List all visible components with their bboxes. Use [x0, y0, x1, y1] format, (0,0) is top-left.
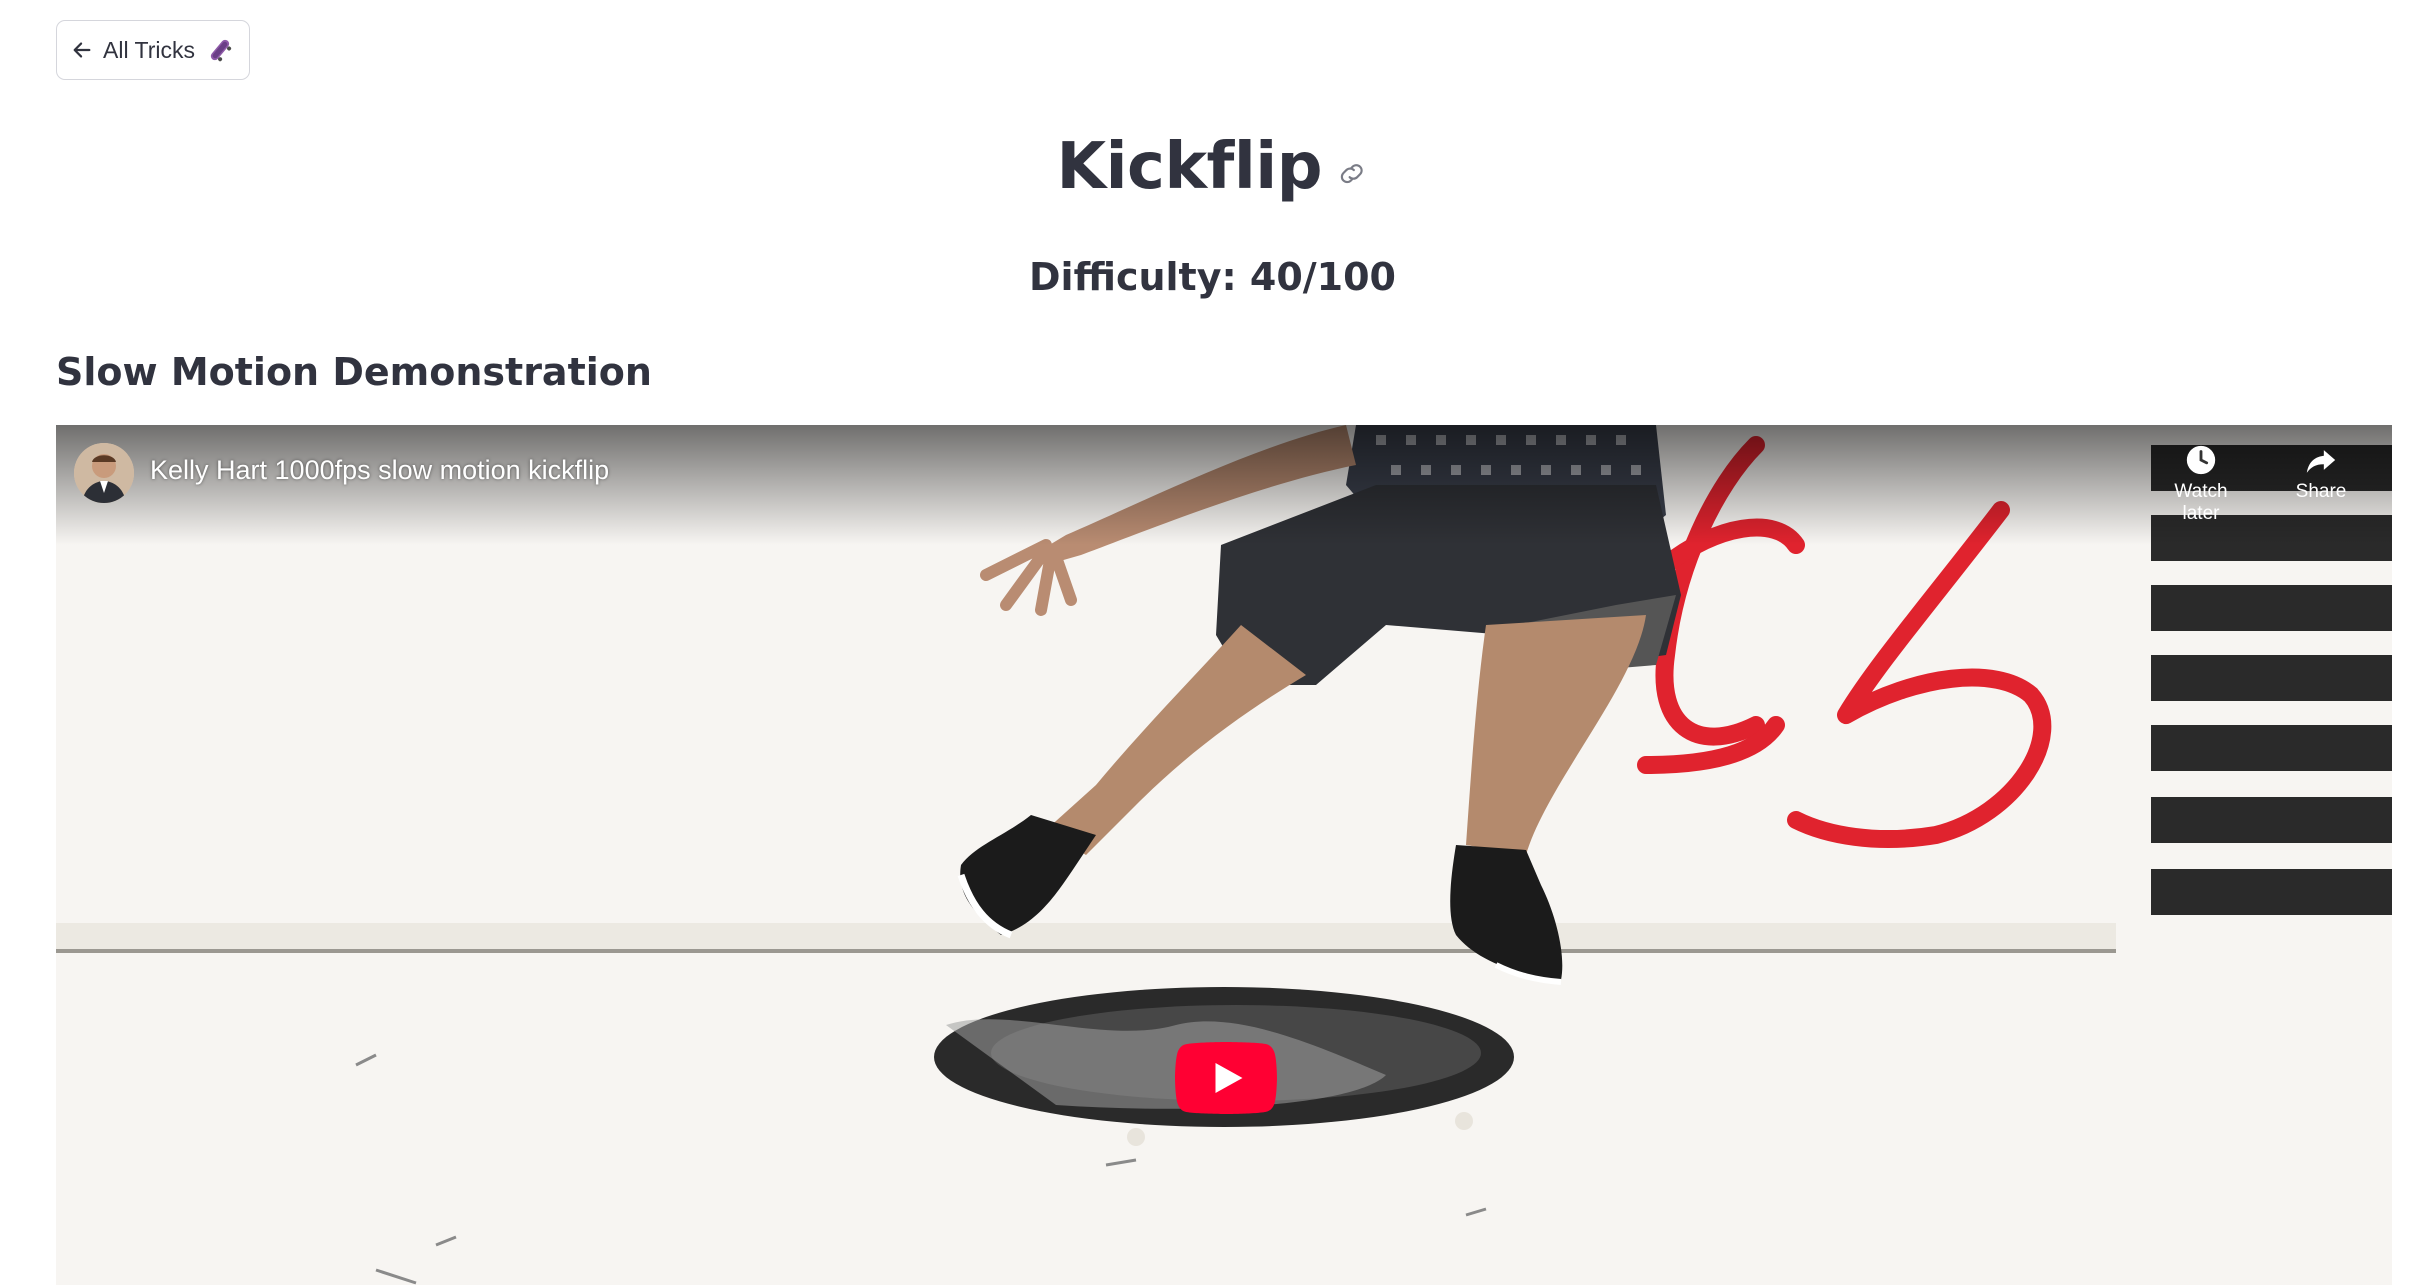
- title-row: Kickflip: [0, 130, 2425, 220]
- all-tricks-button[interactable]: All Tricks: [56, 20, 250, 80]
- all-tricks-label: All Tricks: [103, 36, 195, 63]
- video-embed[interactable]: Kelly Hart 1000fps slow motion kickflip …: [56, 425, 2392, 1285]
- skateboard-icon: [210, 39, 232, 62]
- share-arrow-icon: [2306, 450, 2336, 473]
- play-icon[interactable]: [1174, 1042, 1278, 1114]
- clock-icon: [2186, 445, 2216, 475]
- difficulty-text: Difficulty: 40/100: [1029, 255, 1396, 299]
- watch-later-button[interactable]: Watch later: [2156, 443, 2246, 525]
- watch-later-label: Watch later: [2174, 481, 2228, 524]
- section-heading: Slow Motion Demonstration: [56, 350, 652, 394]
- link-icon[interactable]: [1339, 159, 1369, 189]
- share-label: Share: [2295, 481, 2347, 502]
- video-thumbnail: [56, 425, 2392, 1285]
- page-title: Kickflip: [1056, 130, 1323, 204]
- video-title[interactable]: Kelly Hart 1000fps slow motion kickflip: [150, 455, 609, 486]
- arrow-left-icon: [73, 42, 91, 58]
- channel-avatar[interactable]: [74, 443, 134, 503]
- share-button[interactable]: Share: [2276, 443, 2366, 503]
